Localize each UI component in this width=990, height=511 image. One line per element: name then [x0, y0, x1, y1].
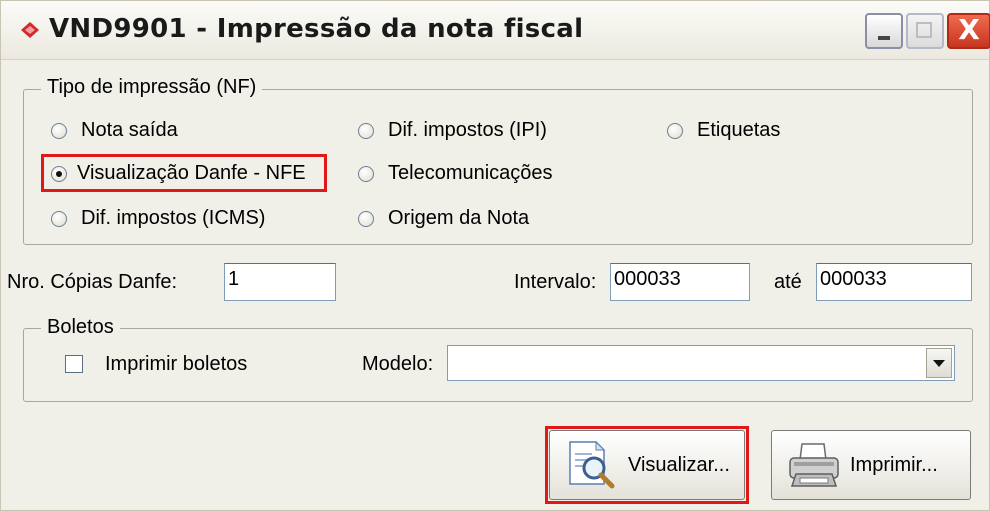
ate-label: até [774, 271, 802, 293]
radio-visualizacao-danfe-nfe[interactable]: Visualização Danfe - NFE [51, 162, 306, 185]
interval-from-input[interactable]: 000033 [610, 263, 750, 301]
visualizar-button[interactable]: Visualizar... [549, 430, 745, 500]
radio-nota-saida[interactable]: Nota saída [51, 119, 178, 142]
modelo-label: Modelo: [362, 353, 434, 375]
interval-to-input[interactable]: 000033 [816, 263, 972, 301]
window-title: VND9901 - Impressão da nota fiscal [49, 14, 584, 44]
imprimir-boletos-checkbox[interactable] [65, 355, 83, 373]
copies-label: Nro. Cópias Danfe: [7, 271, 178, 293]
print-type-legend: Tipo de impressão (NF) [41, 76, 263, 99]
imprimir-label: Imprimir... [850, 453, 938, 476]
close-button[interactable]: X [947, 13, 990, 49]
minimize-button[interactable] [865, 13, 903, 49]
print-invoice-window: VND9901 - Impressão da nota fiscal X Tip… [0, 0, 990, 511]
copies-input[interactable]: 1 [224, 263, 336, 301]
imprimir-boletos-label: Imprimir boletos [105, 353, 248, 375]
radio-circle [51, 210, 67, 227]
radio-label: Visualização Danfe - NFE [77, 162, 306, 184]
interval-label: Intervalo: [514, 271, 597, 293]
radio-telecomunicacoes[interactable]: Telecomunicações [358, 162, 553, 185]
title-bar[interactable]: VND9901 - Impressão da nota fiscal X [1, 1, 990, 60]
app-diamond-icon [21, 22, 39, 38]
radio-circle [358, 210, 374, 227]
document-magnifier-icon [569, 440, 615, 489]
radio-label: Telecomunicações [388, 162, 553, 184]
maximize-button[interactable] [906, 13, 944, 49]
radio-circle [358, 165, 374, 182]
radio-circle [358, 122, 374, 139]
modelo-select[interactable] [447, 345, 955, 381]
radio-etiquetas[interactable]: Etiquetas [667, 119, 780, 142]
imprimir-button[interactable]: Imprimir... [771, 430, 971, 500]
dropdown-arrow-icon[interactable] [926, 348, 952, 378]
radio-circle-selected [51, 165, 67, 182]
radio-label: Dif. impostos (ICMS) [81, 207, 266, 229]
radio-label: Nota saída [81, 119, 178, 141]
radio-dif-impostos-ipi[interactable]: Dif. impostos (IPI) [358, 119, 547, 142]
radio-label: Etiquetas [697, 119, 781, 141]
radio-origem-da-nota[interactable]: Origem da Nota [358, 207, 529, 230]
radio-label: Origem da Nota [388, 207, 530, 229]
radio-label: Dif. impostos (IPI) [388, 119, 547, 141]
radio-circle [667, 122, 683, 139]
boletos-legend: Boletos [41, 316, 120, 339]
radio-circle [51, 122, 67, 139]
printer-icon [789, 443, 839, 487]
radio-dif-impostos-icms[interactable]: Dif. impostos (ICMS) [51, 207, 265, 230]
visualizar-label: Visualizar... [628, 453, 730, 476]
